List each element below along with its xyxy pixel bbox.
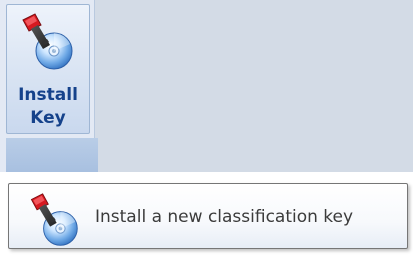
install-key-label: Install Key bbox=[6, 84, 90, 130]
install-key-label-line1: Install bbox=[18, 85, 78, 105]
key-cd-icon bbox=[30, 193, 78, 246]
ribbon-empty-area bbox=[95, 0, 413, 186]
tooltip-text: Install a new classification key bbox=[95, 207, 354, 227]
install-key-label-line2: Key bbox=[30, 108, 66, 128]
key-cd-icon bbox=[22, 13, 73, 70]
install-key-tooltip: Install a new classification key bbox=[8, 183, 408, 249]
ribbon-group-footer bbox=[6, 138, 98, 172]
